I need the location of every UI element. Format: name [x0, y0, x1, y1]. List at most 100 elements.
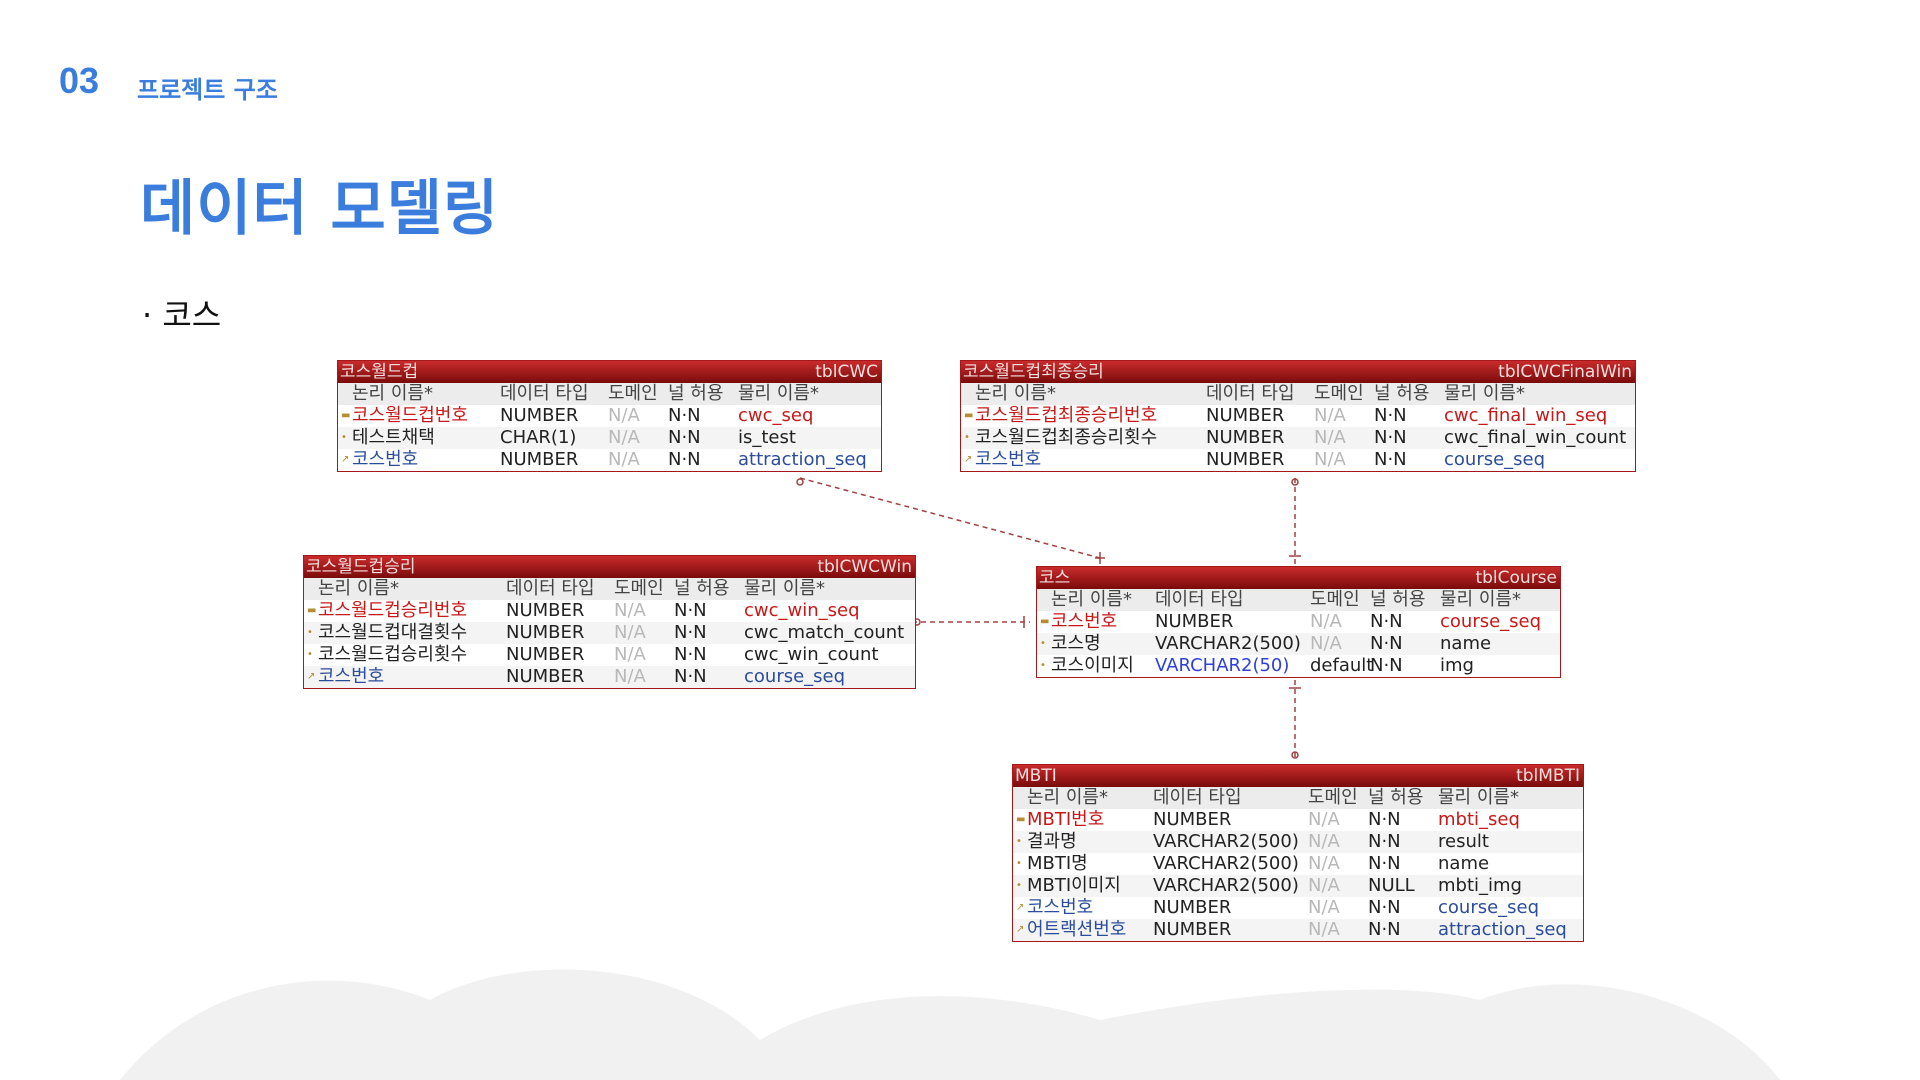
entity-course[interactable]: 코스 tblCourse 논리 이름* 데이터 타입 도메인 널 허용 물리 이름* ▬ 코…	[1036, 566, 1561, 678]
entity-cwc-win[interactable]: 코스월드컵승리 tblCWCWin 논리 이름* 데이터 타입 도메인 널 허용 물리 …	[303, 555, 916, 689]
attribute-datatype: NUMBER	[1153, 919, 1232, 940]
attribute-datatype: CHAR(1)	[500, 427, 577, 448]
entity-physical-name: tblCWCWin	[817, 557, 912, 577]
foreign-key-icon: ↗	[307, 671, 316, 682]
attribute-row[interactable]: • 코스월드컵최종승리횟수 NUMBER N/A N·N cwc_final_win_co…	[961, 427, 1635, 449]
column-header-physical: 물리 이름*	[1444, 383, 1525, 404]
attribute-row[interactable]: • MBTI이미지 VARCHAR2(500) N/A NULL mbti_img	[1013, 875, 1583, 897]
relationship-lines	[796, 477, 1301, 760]
attribute-domain: N/A	[1308, 809, 1340, 830]
primary-key-icon: ▬	[1040, 616, 1050, 627]
attribute-logical-name: 코스월드컵승리번호	[318, 600, 468, 621]
attribute-row[interactable]: ↗ 코스번호 NUMBER N/A N·N course_seq	[1013, 897, 1583, 919]
attribute-null: N·N	[1370, 611, 1403, 632]
attribute-row[interactable]: • MBTI명 VARCHAR2(500) N/A N·N name	[1013, 853, 1583, 875]
attribute-icon: •	[341, 432, 347, 443]
column-header-null: 널 허용	[668, 383, 724, 404]
attribute-icon: •	[1016, 836, 1022, 847]
column-header-domain: 도메인	[614, 578, 664, 599]
attribute-null: N·N	[1374, 405, 1407, 426]
attribute-datatype: NUMBER	[1155, 611, 1234, 632]
column-header-datatype: 데이터 타입	[1153, 787, 1242, 808]
attribute-row[interactable]: • 코스명 VARCHAR2(500) N/A N·N name	[1037, 633, 1560, 655]
attribute-row[interactable]: ↗ 코스번호 NUMBER N/A N·N course_seq	[304, 666, 915, 688]
attribute-null: N·N	[674, 622, 707, 643]
relation-end-marker	[1095, 552, 1105, 564]
attribute-icon: •	[964, 432, 970, 443]
attribute-domain: N/A	[608, 405, 640, 426]
attribute-physical-name: name	[1438, 853, 1490, 874]
attribute-row[interactable]: ▬ MBTI번호 NUMBER N/A N·N mbti_seq	[1013, 809, 1583, 831]
attribute-datatype: NUMBER	[506, 666, 585, 687]
attribute-logical-name: 코스이미지	[1051, 655, 1134, 676]
attribute-row[interactable]: • 코스월드컵승리횟수 NUMBER N/A N·N cwc_win_count	[304, 644, 915, 666]
attribute-row[interactable]: ▬ 코스월드컵승리번호 NUMBER N/A N·N cwc_win_seq	[304, 600, 915, 622]
attribute-logical-name: MBTI명	[1027, 853, 1088, 874]
attribute-row[interactable]: ↗ 어트랙션번호 NUMBER N/A N·N attraction_seq	[1013, 919, 1583, 941]
attribute-domain: N/A	[608, 449, 640, 470]
column-header-logical: 논리 이름*	[352, 383, 433, 404]
attribute-physical-name: mbti_img	[1438, 875, 1522, 896]
column-header-physical: 물리 이름*	[744, 578, 825, 599]
column-header-row: 논리 이름* 데이터 타입 도메인 널 허용 물리 이름*	[1037, 589, 1560, 611]
entity-physical-name: tblCWCFinalWin	[1498, 362, 1632, 382]
attribute-logical-name: 테스트채택	[352, 427, 435, 448]
attribute-datatype: VARCHAR2(500)	[1153, 853, 1299, 874]
attribute-row[interactable]: • 테스트채택 CHAR(1) N/A N·N is_test	[338, 427, 881, 449]
primary-key-icon: ▬	[1016, 814, 1026, 825]
attribute-physical-name: course_seq	[1444, 449, 1546, 470]
attribute-row[interactable]: • 코스이미지 VARCHAR2(50) default N·N img	[1037, 655, 1560, 677]
entity-mbti[interactable]: MBTI tblMBTI 논리 이름* 데이터 타입 도메인 널 허용 물리 이름* ▬ M…	[1012, 764, 1584, 942]
column-header-null: 널 허용	[674, 578, 730, 599]
attribute-logical-name: 결과명	[1027, 831, 1077, 852]
attribute-domain: N/A	[1308, 875, 1340, 896]
attribute-datatype: NUMBER	[1206, 427, 1285, 448]
column-header-row: 논리 이름* 데이터 타입 도메인 널 허용 물리 이름*	[961, 383, 1635, 405]
attribute-row[interactable]: • 코스월드컵대결횟수 NUMBER N/A N·N cwc_match_count	[304, 622, 915, 644]
attribute-row[interactable]: ↗ 코스번호 NUMBER N/A N·N attraction_seq	[338, 449, 881, 471]
attribute-row[interactable]: ↗ 코스번호 NUMBER N/A N·N course_seq	[961, 449, 1635, 471]
attribute-null: N·N	[1368, 919, 1401, 940]
attribute-row[interactable]: • 결과명 VARCHAR2(500) N/A N·N result	[1013, 831, 1583, 853]
attribute-row[interactable]: ▬ 코스월드컵최종승리번호 NUMBER N/A N·N cwc_final_win_se…	[961, 405, 1635, 427]
attribute-physical-name: img	[1440, 655, 1474, 676]
relation-cwc-course	[799, 477, 1101, 559]
entity-cwc-final-win[interactable]: 코스월드컵최종승리 tblCWCFinalWin 논리 이름* 데이터 타입 도메인…	[960, 360, 1636, 472]
attribute-null: N·N	[1368, 809, 1401, 830]
attribute-datatype: NUMBER	[506, 644, 585, 665]
attribute-physical-name: attraction_seq	[1438, 919, 1567, 940]
foreign-key-icon: ↗	[341, 454, 350, 465]
attribute-row[interactable]: ▬ 코스번호 NUMBER N/A N·N course_seq	[1037, 611, 1560, 633]
primary-key-icon: ▬	[307, 605, 317, 616]
attribute-logical-name: 코스월드컵승리횟수	[318, 644, 468, 665]
column-header-row: 논리 이름* 데이터 타입 도메인 널 허용 물리 이름*	[304, 578, 915, 600]
attribute-null: N·N	[674, 666, 707, 687]
attribute-null: N·N	[1368, 897, 1401, 918]
attribute-logical-name: 코스번호	[1027, 897, 1094, 918]
entity-cwc[interactable]: 코스월드컵 tblCWC 논리 이름* 데이터 타입 도메인 널 허용 물리 이름* ▬ 코…	[337, 360, 882, 472]
attribute-domain: N/A	[1308, 919, 1340, 940]
attribute-physical-name: course_seq	[1438, 897, 1540, 918]
attribute-physical-name: course_seq	[744, 666, 846, 687]
attribute-physical-name: cwc_seq	[738, 405, 814, 426]
entity-title-bar: 코스월드컵승리 tblCWCWin	[304, 556, 915, 578]
attribute-null: N·N	[668, 405, 701, 426]
attribute-datatype: VARCHAR2(500)	[1153, 875, 1299, 896]
attribute-logical-name: 코스월드컵대결횟수	[318, 622, 468, 643]
attribute-datatype: NUMBER	[1153, 897, 1232, 918]
attribute-physical-name: result	[1438, 831, 1489, 852]
column-header-logical: 논리 이름*	[1027, 787, 1108, 808]
primary-key-icon: ▬	[341, 410, 351, 421]
attribute-null: N·N	[1370, 633, 1403, 654]
column-header-logical: 논리 이름*	[318, 578, 399, 599]
attribute-physical-name: cwc_win_count	[744, 644, 879, 665]
attribute-datatype: VARCHAR2(500)	[1153, 831, 1299, 852]
attribute-physical-name: cwc_final_win_count	[1444, 427, 1627, 448]
attribute-physical-name: cwc_final_win_seq	[1444, 405, 1608, 426]
attribute-null: N·N	[1368, 831, 1401, 852]
column-header-domain: 도메인	[608, 383, 658, 404]
attribute-domain: N/A	[1308, 897, 1340, 918]
entity-physical-name: tblCWC	[815, 362, 878, 382]
column-header-datatype: 데이터 타입	[500, 383, 589, 404]
attribute-row[interactable]: ▬ 코스월드컵번호 NUMBER N/A N·N cwc_seq	[338, 405, 881, 427]
